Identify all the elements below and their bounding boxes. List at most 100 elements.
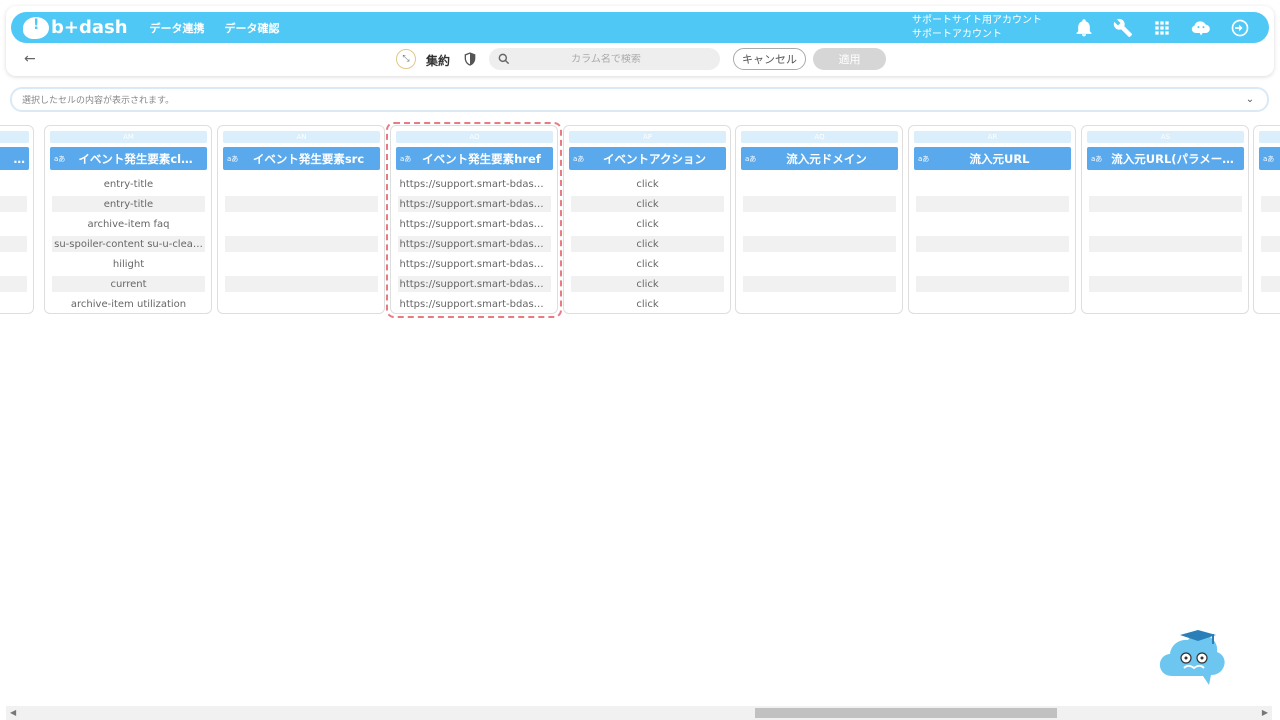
column-letter: AM [50,131,207,143]
table-cell[interactable] [225,236,378,252]
column-header[interactable]: aあ 流入元URL(パラメー… [1087,147,1244,170]
table-cell[interactable]: click [571,276,724,292]
bell-icon[interactable] [1064,15,1103,41]
table-cell[interactable]: https://support.smart-bdash… [398,276,551,292]
column-search-input[interactable] [511,53,701,65]
column-header[interactable]: aあ 流入元URL [914,147,1071,170]
logout-icon[interactable] [1220,15,1259,41]
table-cell[interactable] [1261,294,1280,314]
column-name: 流入元ドメイン [786,151,867,166]
aggregate-label[interactable]: 集約 [426,52,450,69]
table-cell[interactable]: su-spoiler-content su-u-clea… [52,236,205,252]
table-cell[interactable]: current [52,276,205,292]
table-cell[interactable] [1261,236,1280,252]
table-cell[interactable] [916,174,1069,194]
table-cell[interactable] [0,236,27,252]
table-cell[interactable] [1261,196,1280,212]
table-cell[interactable] [1089,174,1242,194]
apply-button[interactable]: 適用 [813,48,886,70]
bdash-logo[interactable]: b+dash [23,16,128,39]
table-cell[interactable] [0,276,27,292]
horizontal-scrollbar[interactable]: ◀ ▶ [6,706,1272,720]
table-cell[interactable] [0,294,27,314]
table-cell[interactable] [1089,236,1242,252]
table-cell[interactable]: https://support.smart-bdash… [398,294,551,314]
aggregate-icon[interactable]: ⤡ [396,49,416,69]
account-info[interactable]: サポートサイト用アカウント サポートアカウント [912,14,1042,42]
table-cell[interactable] [743,236,896,252]
column-header[interactable]: aあ イベント発生要素cl… [50,147,207,170]
table-cell[interactable] [916,236,1069,252]
table-cell[interactable] [916,196,1069,212]
table-cell[interactable] [1089,276,1242,292]
column-header[interactable]: aあ … [0,147,29,170]
column-header[interactable]: aあ イベント発生要素src [223,147,380,170]
table-cell[interactable] [743,174,896,194]
column-header[interactable]: aあ イベント発生要素href [396,147,553,170]
table-cell[interactable] [743,294,896,314]
scroll-left-arrow-icon[interactable]: ◀ [10,708,16,717]
table-cell[interactable]: archive-item utilization [52,294,205,314]
table-cell[interactable] [1089,254,1242,274]
table-cell[interactable]: click [571,294,724,314]
table-cell[interactable] [1089,214,1242,234]
chevron-down-icon[interactable]: ⌄ [1243,93,1257,107]
scrollbar-thumb[interactable] [755,708,1057,718]
nav-data-integration[interactable]: データ連携 [150,20,205,36]
table-cell[interactable] [916,276,1069,292]
table-cell[interactable] [916,214,1069,234]
table-cell[interactable]: click [571,254,724,274]
column-search-box[interactable] [489,48,720,70]
table-cell[interactable] [0,254,27,274]
column-header[interactable]: aあ [1259,147,1280,170]
top-navigation-bar: b+dash データ連携 データ確認 サポートサイト用アカウント サポートアカウ… [11,12,1269,43]
table-cell[interactable] [916,254,1069,274]
nav-data-check[interactable]: データ確認 [225,20,280,36]
table-cell[interactable]: click [571,174,724,194]
mascot-icon[interactable] [1181,15,1220,41]
grid-icon[interactable] [1142,15,1181,41]
table-cell[interactable]: archive-item faq [52,214,205,234]
help-mascot-icon[interactable] [1158,624,1230,692]
column-header[interactable]: aあ イベントアクション [569,147,726,170]
table-cell[interactable]: click [571,236,724,252]
table-cell[interactable] [225,214,378,234]
table-cell[interactable] [1089,196,1242,212]
table-cell[interactable]: https://support.smart-bdash… [398,214,551,234]
table-cell[interactable] [225,174,378,194]
table-cell[interactable] [1261,214,1280,234]
table-cell[interactable]: hilight [52,254,205,274]
table-cell[interactable] [225,196,378,212]
cell-content-bar[interactable]: 選択したセルの内容が表示されます。 ⌄ [10,87,1269,112]
table-cell[interactable] [743,214,896,234]
table-cell[interactable]: https://support.smart-bdash… [398,174,551,194]
column-card: AT aあ [1253,125,1280,314]
scroll-right-arrow-icon[interactable]: ▶ [1262,708,1268,717]
table-cell[interactable]: https://support.smart-bdash… [398,196,551,212]
table-cell[interactable] [1261,174,1280,194]
table-cell[interactable] [1089,294,1242,314]
table-cell[interactable]: entry-title [52,174,205,194]
table-cell[interactable]: https://support.smart-bdash… [398,254,551,274]
table-cell[interactable] [743,254,896,274]
table-cell[interactable] [743,196,896,212]
table-cell[interactable]: entry-title [52,196,205,212]
table-cell[interactable] [225,276,378,292]
table-cell[interactable] [743,276,896,292]
table-cell[interactable] [0,174,27,194]
table-cell[interactable]: https://support.smart-bdash… [398,236,551,252]
wrench-icon[interactable] [1103,15,1142,41]
table-cell[interactable] [0,214,27,234]
table-cell[interactable] [916,294,1069,314]
table-cell[interactable] [1261,276,1280,292]
cancel-button[interactable]: キャンセル [733,48,806,70]
table-cell[interactable] [225,254,378,274]
table-cell[interactable] [1261,254,1280,274]
table-cell[interactable]: click [571,214,724,234]
table-cell[interactable] [225,294,378,314]
back-arrow-icon[interactable]: ← [24,51,42,69]
shield-icon[interactable] [462,51,478,67]
table-cell[interactable] [0,196,27,212]
column-header[interactable]: aあ 流入元ドメイン [741,147,898,170]
table-cell[interactable]: click [571,196,724,212]
